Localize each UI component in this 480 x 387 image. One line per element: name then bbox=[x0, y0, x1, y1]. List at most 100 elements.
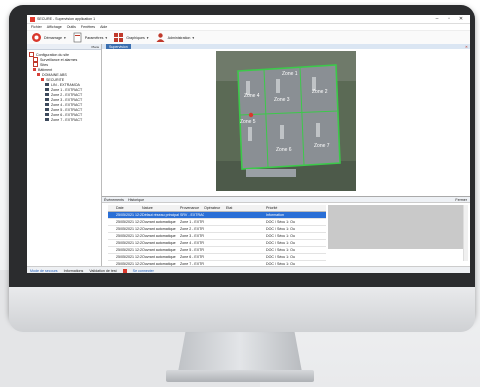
zone-label-7: Zone 7 bbox=[314, 143, 330, 149]
aerial-site-map[interactable]: Zone 1 Zone 2 Zone 3 Zone 4 Zone 5 Zone … bbox=[216, 51, 356, 191]
chevron-down-icon: ▾ bbox=[63, 35, 66, 40]
status-info[interactable]: Informations bbox=[64, 269, 84, 273]
toolbar-graphics-label: Graphiques bbox=[126, 35, 145, 40]
tree-node-label: Zone 1 - EXTRACT bbox=[51, 87, 83, 92]
tree-node-label: Bâtiment bbox=[38, 67, 53, 72]
maximize-button[interactable]: ▫ bbox=[443, 16, 455, 22]
zone-label-5: Zone 5 bbox=[240, 119, 256, 125]
zone-node-icon bbox=[45, 88, 49, 91]
table-cell: Zone 2 - EXTRACT bbox=[180, 227, 204, 231]
app-window: SECURE - Supervision application 1 – ▫ ✕… bbox=[27, 15, 470, 273]
table-row[interactable]: 25/05/2021 12:28:25Défaut réseau princip… bbox=[108, 212, 326, 219]
chevron-down-icon: ▾ bbox=[146, 35, 149, 40]
plans-panel: Plans Configuration du site Surveillance … bbox=[27, 44, 102, 266]
table-cell: Défaut réseau principal bbox=[142, 213, 179, 217]
events-header: Événements Historique Fermer bbox=[102, 197, 470, 203]
column-header[interactable]: Provenance bbox=[180, 206, 204, 210]
tree-node-label: Zone 2 - EXTRACT bbox=[51, 92, 83, 97]
tree-node-label: DOMAINE ABS bbox=[42, 72, 67, 77]
zone-label-2: Zone 2 bbox=[312, 89, 328, 95]
tree-node-label: SECURITE bbox=[46, 77, 65, 82]
tab-events[interactable]: Événements bbox=[104, 198, 124, 202]
table-cell: Ouvrant automatique bbox=[142, 220, 176, 224]
close-button[interactable]: ✕ bbox=[455, 16, 467, 22]
toolbar-settings-label: Paramètres bbox=[84, 35, 104, 40]
status-login[interactable]: Se connecter bbox=[133, 269, 154, 273]
zone-node-icon bbox=[45, 108, 49, 111]
table-cell: DOC / Sécu 1: Ou bbox=[266, 234, 295, 238]
column-header[interactable]: Priorité bbox=[266, 206, 300, 210]
menu-tools[interactable]: Outils bbox=[67, 25, 76, 29]
table-cell: DOC / Sécu 1: Ou bbox=[266, 248, 295, 252]
menu-file[interactable]: Fichier bbox=[31, 25, 42, 29]
table-cell: 25/05/2021 12:28:35 bbox=[116, 248, 142, 252]
table-row[interactable]: 25/05/2021 12:28:35Ouvrant automatique Zo… bbox=[108, 233, 326, 240]
toolbar-settings-button[interactable]: Paramètres ▾ bbox=[72, 32, 107, 43]
column-header[interactable]: Date bbox=[116, 206, 142, 210]
tree-node-label: Zone 5 - EXTRACT bbox=[51, 107, 83, 112]
tree-node-label: Zone 4 - EXTRACT bbox=[51, 102, 83, 107]
chevron-down-icon: ▾ bbox=[105, 35, 108, 40]
tree-node-label: Configuration du site bbox=[36, 52, 69, 57]
toolbar-graphics-button[interactable]: Graphiques ▾ bbox=[113, 32, 149, 43]
table-cell: DOC / Sécu 1: Ou bbox=[266, 255, 295, 259]
table-row[interactable]: 25/05/2021 12:28:35Ouvrant automatique Zo… bbox=[108, 219, 326, 226]
events-scrollbar[interactable] bbox=[463, 205, 468, 261]
menu-windows[interactable]: Fenêtres bbox=[81, 25, 95, 29]
tree-node[interactable]: Zone 7 - EXTRACT bbox=[29, 117, 99, 122]
tree-node-label: LIN - EXTRAMOA bbox=[51, 82, 80, 87]
table-cell: Ouvrant automatique bbox=[142, 241, 176, 245]
menu-help[interactable]: Aide bbox=[100, 25, 107, 29]
table-cell: Ouvrant automatique bbox=[142, 255, 176, 259]
plans-tree: Configuration du site Surveillance et ala… bbox=[27, 50, 101, 124]
chevron-down-icon: ▾ bbox=[192, 35, 195, 40]
window-title: SECURE - Supervision application 1 bbox=[37, 17, 96, 21]
column-header[interactable]: Opérateur bbox=[204, 206, 226, 210]
table-row[interactable]: 25/05/2021 12:28:35Ouvrant automatique Zo… bbox=[108, 240, 326, 247]
table-cell: Information bbox=[266, 213, 284, 217]
folder-icon bbox=[33, 68, 36, 71]
status-login-icon bbox=[122, 268, 127, 273]
toolbar: Démarrage ▾ Paramètres ▾ Graphiques ▾ Ad… bbox=[27, 31, 470, 45]
content-pane: Supervision ✕ Zone 1 Zone 2 Zone 3 Zone … bbox=[102, 44, 470, 268]
zone-label-4: Zone 4 bbox=[244, 93, 260, 99]
toolbar-start-button[interactable]: Démarrage ▾ bbox=[31, 32, 66, 43]
minimize-button[interactable]: – bbox=[431, 16, 443, 22]
events-close-button[interactable]: Fermer bbox=[455, 198, 470, 202]
table-cell: 25/05/2021 12:28:35 bbox=[116, 234, 142, 238]
grid-icon bbox=[114, 33, 124, 42]
menu-bar: Fichier Affichage Outils Fenêtres Aide bbox=[27, 24, 470, 31]
zone-node-icon bbox=[45, 93, 49, 96]
table-cell: Zone 1 - EXTRACT bbox=[180, 220, 204, 224]
table-row[interactable]: 25/05/2021 12:28:35Ouvrant automatique Zo… bbox=[108, 254, 326, 261]
zone-node-icon bbox=[45, 118, 49, 121]
checkbox-icon bbox=[33, 62, 38, 67]
column-header[interactable]: Etat bbox=[226, 206, 266, 210]
tree-node-label: Zone 6 - EXTRACT bbox=[51, 112, 83, 117]
column-header[interactable]: Nature bbox=[142, 206, 180, 210]
table-cell: Zone 6 - EXTRACT bbox=[180, 255, 204, 259]
folder-icon bbox=[37, 73, 40, 76]
status-link-backup-mode[interactable]: Mode de secours bbox=[30, 269, 58, 273]
table-cell: Ouvrant automatique bbox=[142, 234, 176, 238]
menu-view[interactable]: Affichage bbox=[47, 25, 62, 29]
table-cell: 25/05/2021 12:28:35 bbox=[116, 227, 142, 231]
table-cell: Zone 4 - EXTRACT bbox=[180, 241, 204, 245]
tree-node-label: Zone 7 - EXTRACT bbox=[51, 117, 83, 122]
status-test-validation[interactable]: Validation de test bbox=[89, 269, 116, 273]
zone-label-3: Zone 3 bbox=[274, 97, 290, 103]
table-row[interactable]: 25/05/2021 12:28:35Ouvrant automatique Zo… bbox=[108, 247, 326, 254]
tab-history[interactable]: Historique bbox=[128, 198, 144, 202]
toolbar-start-label: Démarrage bbox=[44, 35, 62, 40]
status-bar: Mode de secours Informations Validation … bbox=[27, 266, 470, 273]
table-cell: 25/05/2021 12:28:25 bbox=[116, 213, 142, 217]
document-icon bbox=[73, 32, 82, 43]
admin-user-icon bbox=[156, 33, 165, 42]
toolbar-admin-button[interactable]: Administration ▾ bbox=[155, 32, 195, 43]
main-area: Plans Configuration du site Surveillance … bbox=[27, 44, 470, 268]
events-empty-area bbox=[328, 205, 464, 249]
map-pane-close-icon[interactable]: ✕ bbox=[465, 45, 470, 49]
table-row[interactable]: 25/05/2021 12:28:35Ouvrant automatique Zo… bbox=[108, 226, 326, 233]
table-header-row: Date Nature Provenance Opérateur Etat Priorit… bbox=[108, 205, 326, 212]
table-cell: Ouvrant automatique bbox=[142, 248, 176, 252]
